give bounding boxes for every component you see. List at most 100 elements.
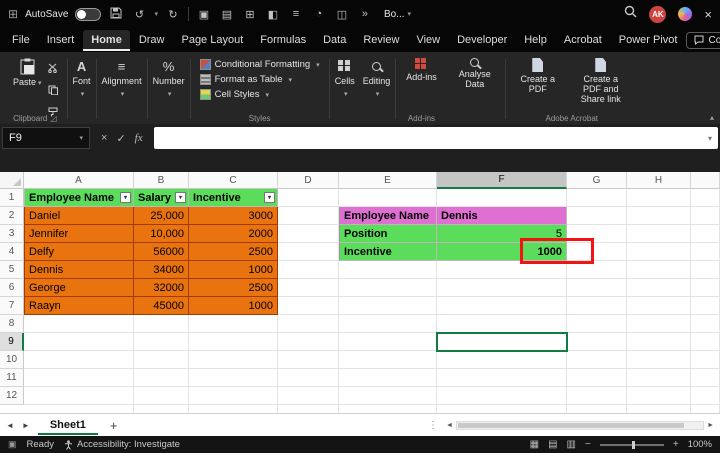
- font-group[interactable]: A Font: [69, 54, 95, 124]
- row-header-1[interactable]: 1: [0, 189, 24, 207]
- data-cell[interactable]: Dennis: [24, 261, 134, 279]
- add-sheet-button[interactable]: +: [106, 418, 122, 433]
- accessibility-checker[interactable]: Accessibility: Investigate: [64, 439, 180, 450]
- scrollbar-thumb[interactable]: [458, 423, 684, 428]
- save-icon[interactable]: [108, 7, 124, 22]
- zoom-in-icon[interactable]: +: [673, 439, 679, 450]
- tab-draw[interactable]: Draw: [131, 30, 173, 51]
- tab-data[interactable]: Data: [315, 30, 354, 51]
- format-as-table-button[interactable]: Format as Table: [197, 73, 323, 86]
- create-pdf-button[interactable]: Create a PDF: [512, 56, 564, 107]
- row-header-12[interactable]: 12: [0, 387, 24, 405]
- data-cell[interactable]: 25,000: [134, 207, 189, 225]
- cells-group[interactable]: Cells: [331, 54, 359, 124]
- undo-dropdown-icon[interactable]: ▾: [154, 10, 158, 18]
- row-header-9[interactable]: 9: [0, 333, 24, 351]
- macro-record-icon[interactable]: ▣: [8, 439, 17, 450]
- chart-icon[interactable]: ▤: [219, 8, 235, 21]
- close-icon[interactable]: ×: [704, 7, 712, 22]
- value-cell[interactable]: 5: [437, 225, 567, 243]
- data-cell[interactable]: Jennifer: [24, 225, 134, 243]
- tab-review[interactable]: Review: [355, 30, 407, 51]
- data-cell[interactable]: 32000: [134, 279, 189, 297]
- alignment-group[interactable]: ≡ Alignment: [98, 54, 146, 124]
- column-header-F[interactable]: F: [437, 172, 567, 189]
- cell-styles-button[interactable]: Cell Styles: [197, 88, 323, 101]
- insert-function-icon[interactable]: fx: [135, 132, 143, 144]
- filter-dropdown-icon[interactable]: [175, 192, 186, 203]
- zoom-out-icon[interactable]: −: [585, 439, 591, 450]
- row-header-7[interactable]: 7: [0, 297, 24, 315]
- formula-input[interactable]: ▾: [154, 127, 718, 149]
- editing-group[interactable]: Editing: [359, 54, 395, 124]
- tab-developer[interactable]: Developer: [449, 30, 515, 51]
- formula-bar-expand-icon[interactable]: ▾: [708, 134, 712, 143]
- column-header-G[interactable]: G: [567, 172, 627, 189]
- tab-power-pivot[interactable]: Power Pivot: [611, 30, 686, 51]
- data-cell[interactable]: George: [24, 279, 134, 297]
- value-cell[interactable]: Dennis: [437, 207, 567, 225]
- tab-scroll-divider[interactable]: ⋮: [428, 420, 438, 431]
- column-header-C[interactable]: C: [189, 172, 278, 189]
- data-cell[interactable]: 34000: [134, 261, 189, 279]
- row-header-4[interactable]: 4: [0, 243, 24, 261]
- zoom-level[interactable]: 100%: [688, 439, 712, 450]
- zoom-slider[interactable]: [600, 444, 664, 446]
- list-icon[interactable]: ≡: [288, 8, 304, 21]
- analyse-data-button[interactable]: Analyse Data: [451, 56, 499, 92]
- scroll-left-icon[interactable]: ◄: [446, 422, 453, 429]
- data-cell[interactable]: 45000: [134, 297, 189, 315]
- row-header-6[interactable]: 6: [0, 279, 24, 297]
- column-header-H[interactable]: H: [627, 172, 691, 189]
- tab-formulas[interactable]: Formulas: [252, 30, 314, 51]
- sheet-nav-left-icon[interactable]: ◄: [6, 421, 14, 430]
- data-cell[interactable]: Delfy: [24, 243, 134, 261]
- zoom-slider-thumb[interactable]: [632, 441, 635, 449]
- label-cell[interactable]: Incentive: [339, 243, 437, 261]
- tab-insert[interactable]: Insert: [39, 30, 83, 51]
- column-header-partial[interactable]: [691, 172, 720, 189]
- data-cell[interactable]: Raayn: [24, 297, 134, 315]
- cancel-icon[interactable]: ×: [101, 132, 107, 144]
- name-box[interactable]: F9▾: [2, 127, 90, 149]
- data-cell[interactable]: 56000: [134, 243, 189, 261]
- header-cell[interactable]: Incentive: [189, 189, 278, 207]
- row-header-10[interactable]: 10: [0, 351, 24, 369]
- avatar[interactable]: AK: [649, 6, 666, 23]
- cell-grid[interactable]: Employee NameSalaryIncentiveDaniel25,000…: [24, 189, 720, 413]
- label-cell[interactable]: Employee Name: [339, 207, 437, 225]
- create-pdf-share-button[interactable]: Create a PDF and Share link: [570, 56, 632, 107]
- filter-dropdown-icon[interactable]: [120, 192, 131, 203]
- column-header-A[interactable]: A: [24, 172, 134, 189]
- scroll-right-icon[interactable]: ►: [707, 422, 714, 429]
- addins-button[interactable]: Add-ins: [402, 56, 441, 85]
- data-cell[interactable]: 1000: [189, 261, 278, 279]
- search-icon[interactable]: [624, 5, 637, 23]
- cut-icon[interactable]: [48, 60, 59, 78]
- tab-acrobat[interactable]: Acrobat: [556, 30, 610, 51]
- tab-file[interactable]: File: [4, 30, 38, 51]
- enter-icon[interactable]: ✓: [116, 132, 125, 145]
- autosave-toggle[interactable]: [75, 8, 101, 21]
- conditional-formatting-button[interactable]: Conditional Formatting: [197, 58, 323, 71]
- horizontal-scrollbar[interactable]: ◄ ►: [446, 421, 714, 430]
- dialog-launcher-icon[interactable]: ◿: [50, 114, 56, 123]
- excel-app-icon[interactable]: ⊞: [8, 7, 18, 21]
- undo-icon[interactable]: ↺: [131, 8, 147, 21]
- column-header-E[interactable]: E: [339, 172, 437, 189]
- data-cell[interactable]: 1000: [189, 297, 278, 315]
- column-header-D[interactable]: D: [278, 172, 339, 189]
- copilot-icon[interactable]: [678, 7, 692, 21]
- row-header-5[interactable]: 5: [0, 261, 24, 279]
- page-layout-view-icon[interactable]: ▤: [548, 439, 557, 450]
- tab-page-layout[interactable]: Page Layout: [173, 30, 251, 51]
- page-break-view-icon[interactable]: ▥: [567, 439, 576, 450]
- format-painter-icon[interactable]: ◧: [265, 8, 281, 21]
- row-header-3[interactable]: 3: [0, 225, 24, 243]
- row-header-11[interactable]: 11: [0, 369, 24, 387]
- overflow-icon[interactable]: »: [357, 8, 373, 21]
- data-cell[interactable]: Daniel: [24, 207, 134, 225]
- tab-view[interactable]: View: [408, 30, 448, 51]
- row-header-2[interactable]: 2: [0, 207, 24, 225]
- collapse-ribbon-icon[interactable]: ▴: [710, 113, 714, 122]
